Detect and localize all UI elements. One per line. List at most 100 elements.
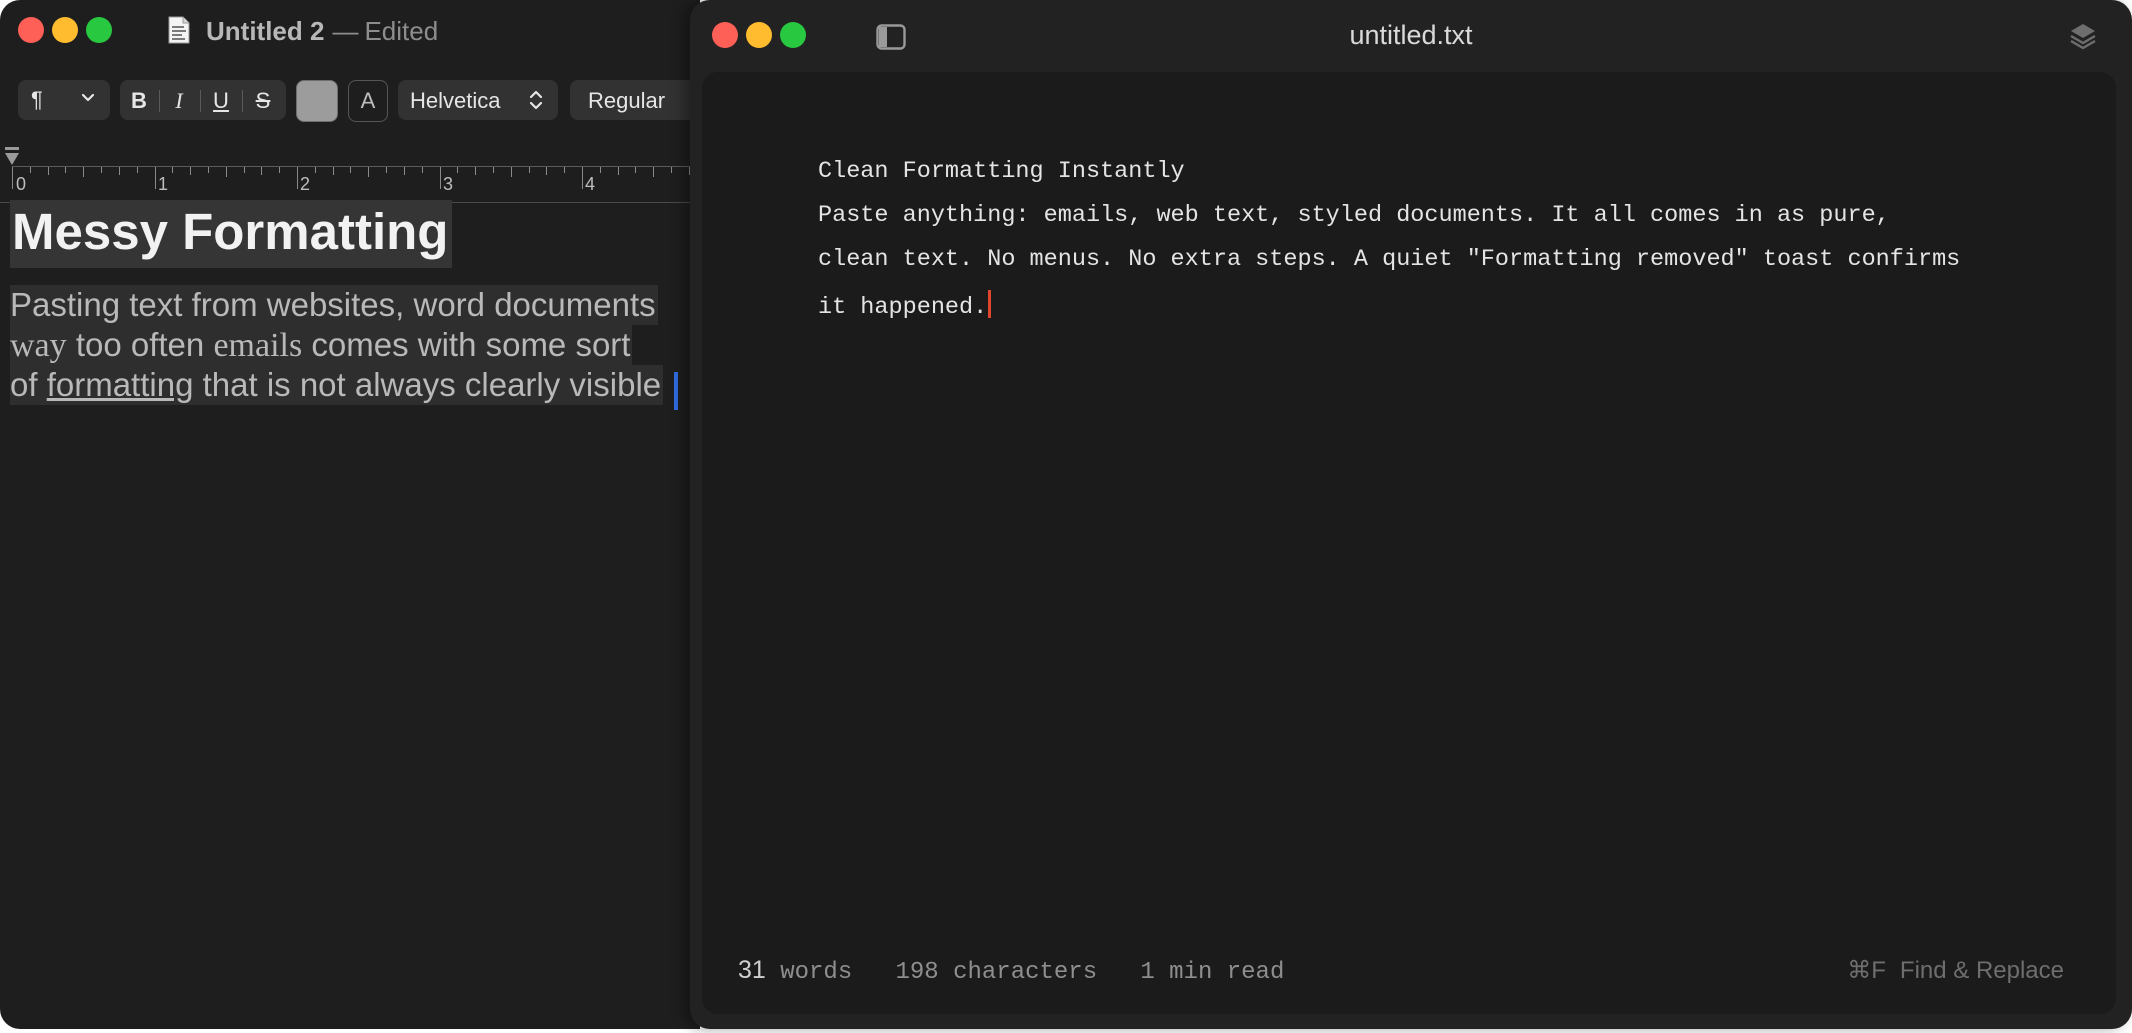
chevron-down-icon <box>81 93 95 102</box>
ruler-tick <box>635 167 637 173</box>
textedit-window: Untitled 2— Edited ¶ B I U S A Helvetica … <box>0 0 700 1029</box>
ruler-baseline <box>12 166 700 167</box>
ruler-tick <box>12 167 13 189</box>
ruler-tick <box>582 167 583 189</box>
document-line[interactable]: way too often emails comes with some sor… <box>10 325 633 366</box>
text-caret <box>674 372 678 410</box>
ruler-tick <box>243 167 245 173</box>
ruler-tick <box>190 167 192 175</box>
word-label: words <box>780 959 853 986</box>
find-replace-button[interactable]: ⌘F Find & Replace <box>1847 956 2064 985</box>
document-icon[interactable] <box>168 16 190 44</box>
text-run: that is not always clearly visible <box>193 366 662 403</box>
text-line: it happened. <box>818 290 992 321</box>
title-text: Untitled 2 <box>206 16 325 46</box>
ruler-tick <box>332 167 334 175</box>
underlined-text: formatting <box>46 366 194 403</box>
text-line: Clean Formatting Instantly <box>818 158 1185 185</box>
paragraph-icon: ¶ <box>31 87 43 112</box>
separator <box>200 90 201 112</box>
text-run: of <box>10 366 47 403</box>
font-style-select[interactable]: Regular <box>570 80 700 120</box>
edited-label: Edited <box>364 16 439 46</box>
status-bar: 31 words 198 characters 1 min read <box>738 956 1284 986</box>
ruler-tick <box>225 167 227 177</box>
ruler-tick <box>65 167 67 173</box>
text-caret <box>988 290 992 318</box>
underline-button[interactable]: U <box>206 88 236 114</box>
text-editor[interactable]: Clean Formatting Instantly Paste anythin… <box>702 72 2116 1014</box>
text-run: too often <box>66 326 214 363</box>
bold-button[interactable]: B <box>124 88 154 114</box>
ruler-number: 3 <box>443 174 454 194</box>
ruler-tick <box>599 167 601 173</box>
strikethrough-button[interactable]: S <box>248 88 278 114</box>
ruler-number: 1 <box>158 174 169 194</box>
document-line[interactable]: Pasting text from websites, word documen… <box>10 285 658 325</box>
ruler-tick <box>368 167 370 177</box>
ruler[interactable]: 0 1 2 3 4 <box>0 144 700 203</box>
ruler-tick <box>261 167 263 175</box>
serif-text: way <box>10 327 67 364</box>
text-line: Paste anything: emails, web text, styled… <box>818 202 1890 229</box>
ruler-tick <box>546 167 548 175</box>
ruler-number: 2 <box>300 174 311 194</box>
ruler-tick <box>564 167 566 173</box>
read-label: min read <box>1169 959 1285 986</box>
ruler-tick <box>118 167 120 175</box>
ruler-tick <box>154 167 156 189</box>
ruler-tick <box>403 167 405 175</box>
window-title: Untitled 2— Edited <box>206 16 438 47</box>
ruler-tick <box>528 167 530 173</box>
chevron-updown-icon <box>529 90 543 110</box>
ruler-tick <box>314 167 316 173</box>
font-family-select[interactable]: Helvetica <box>398 80 558 120</box>
ruler-tick <box>29 167 31 173</box>
layers-icon[interactable] <box>2068 20 2098 50</box>
ruler-tick <box>475 167 477 175</box>
ruler-number: 4 <box>585 174 596 194</box>
font-style-value: Regular <box>588 88 666 113</box>
text-style-group: B I U S <box>120 80 286 120</box>
document-heading[interactable]: Messy Formatting <box>10 200 453 268</box>
text-color-swatch[interactable] <box>296 80 338 122</box>
ruler-tick <box>207 167 209 173</box>
ruler-tick <box>47 167 49 175</box>
window-title: untitled.txt <box>1349 20 1473 50</box>
read-time: 1 <box>1140 959 1155 986</box>
ruler-tick <box>510 167 512 177</box>
close-button[interactable] <box>18 17 44 43</box>
ruler-tick <box>671 167 673 173</box>
ruler-tick <box>136 167 138 173</box>
ruler-tick <box>617 167 619 175</box>
char-label: characters <box>953 959 1098 986</box>
ruler-tick <box>101 167 103 173</box>
minimize-button[interactable] <box>52 17 78 43</box>
plaintext-window: untitled.txt Clean Formatting Instantly … <box>690 0 2132 1029</box>
ruler-tick <box>83 167 85 177</box>
ruler-tick <box>386 167 388 173</box>
paragraph-style-button[interactable]: ¶ <box>18 80 110 120</box>
text-run: it happened. <box>818 294 988 321</box>
ruler-tick <box>279 167 281 173</box>
shortcut-label: ⌘F <box>1847 957 1886 984</box>
text-run: comes with some sort <box>302 326 631 363</box>
char-count: 198 <box>895 959 939 986</box>
ruler-tick <box>457 167 459 173</box>
text-line: clean text. No menus. No extra steps. A … <box>818 246 1961 273</box>
ruler-tick <box>439 167 441 189</box>
ruler-tick <box>297 167 298 189</box>
ruler-tick <box>172 167 174 173</box>
document-line[interactable]: of formatting that is not always clearly… <box>10 365 664 405</box>
ruler-tick <box>653 167 655 177</box>
background-color-button[interactable]: A <box>348 80 388 122</box>
font-family-value: Helvetica <box>410 88 501 113</box>
zoom-button[interactable] <box>86 17 112 43</box>
find-replace-label: Find & Replace <box>1899 957 2064 984</box>
ruler-tick <box>492 167 494 173</box>
separator <box>159 90 160 112</box>
italic-button[interactable]: I <box>164 88 194 114</box>
indent-marker-icon[interactable] <box>4 146 20 168</box>
ruler-number: 0 <box>16 174 27 194</box>
ruler-tick <box>421 167 423 173</box>
